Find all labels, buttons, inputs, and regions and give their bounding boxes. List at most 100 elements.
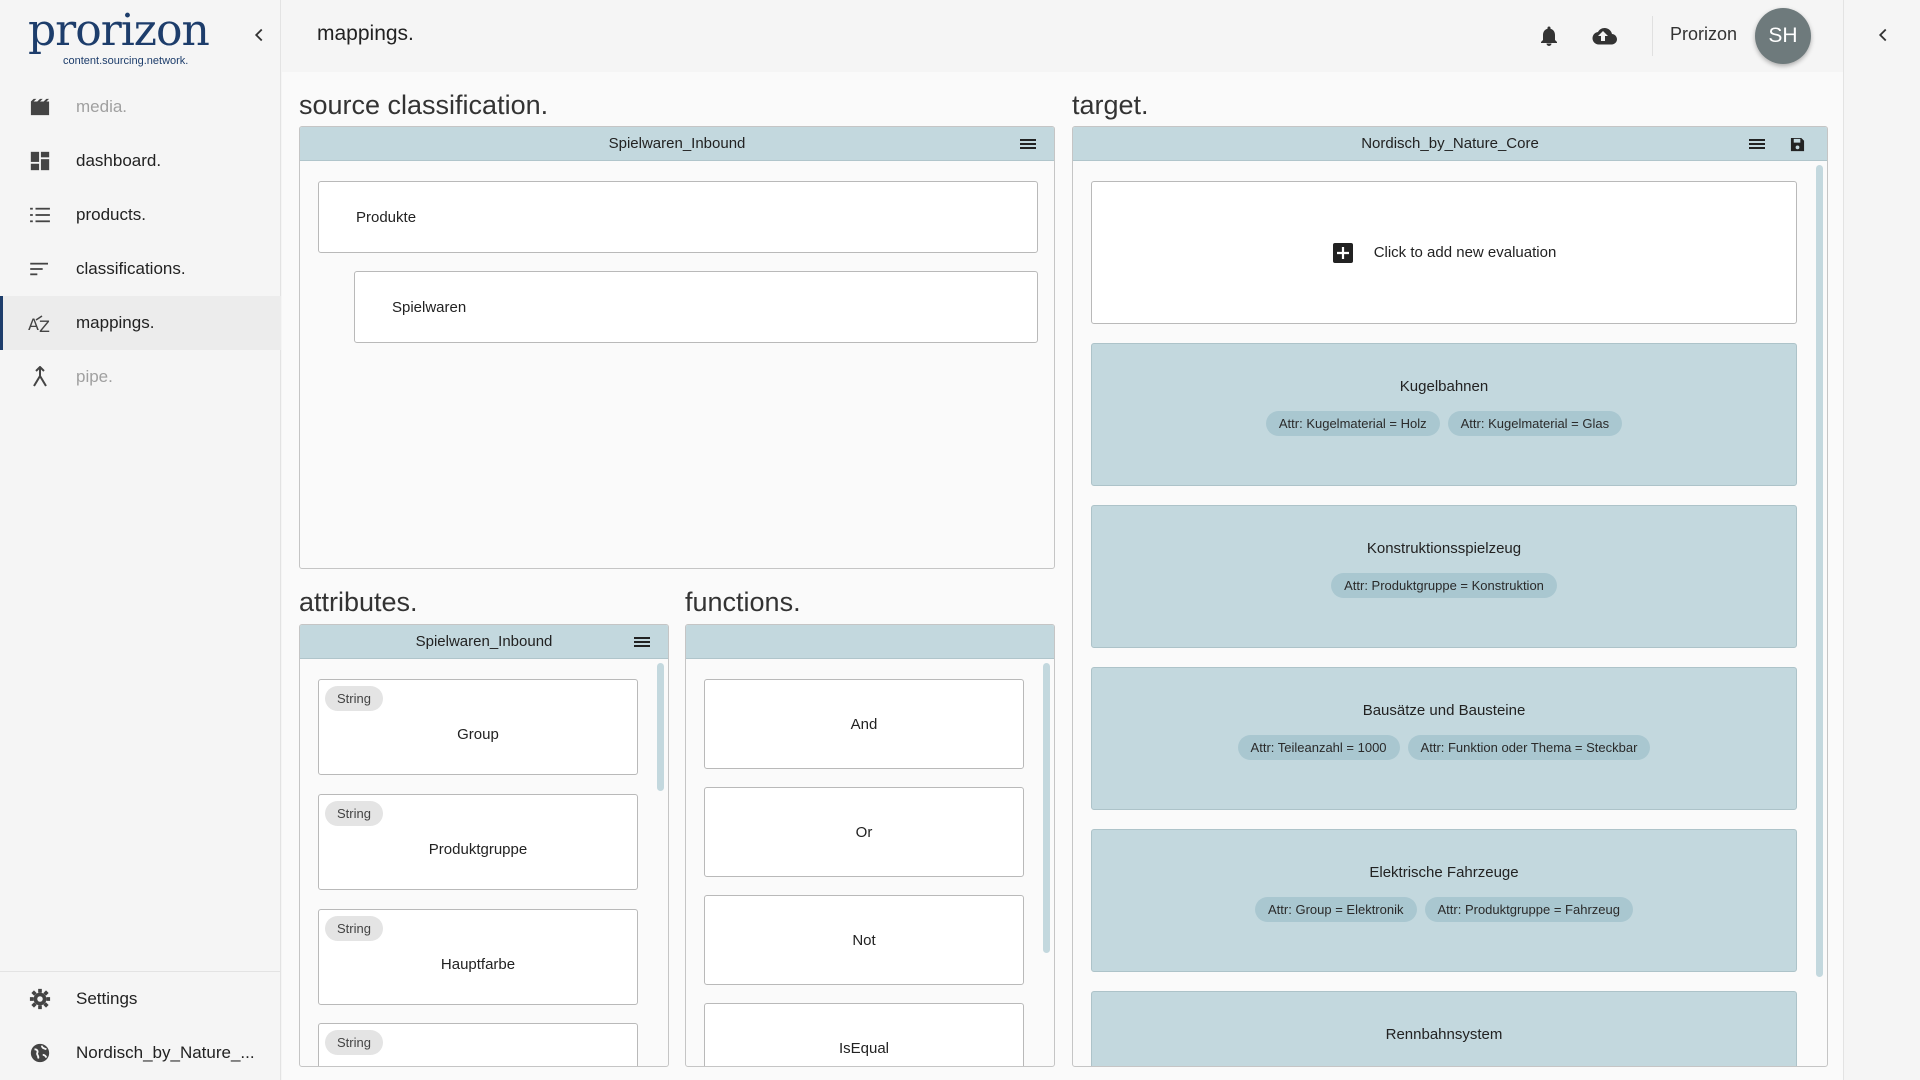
source-panel-header: Spielwaren_Inbound [300,127,1054,161]
gear-icon [28,987,52,1011]
sidebar-nav: media. dashboard. products. classificati… [0,80,281,404]
target-category-card[interactable]: Konstruktionsspielzeug Attr: Produktgrup… [1091,505,1797,648]
sidebar-item-media[interactable]: media. [0,80,281,134]
svg-text:A: A [28,315,39,334]
function-label: Or [855,823,873,841]
attribute-type-chip: String [325,686,383,711]
workspace-switcher[interactable]: Nordisch_by_Nature_... [0,1026,281,1080]
list-icon [28,203,52,227]
right-rail [1843,0,1920,1080]
sidebar-item-pipe[interactable]: pipe. [0,350,281,404]
function-label: And [850,715,878,733]
user-name[interactable]: Prorizon [1670,24,1737,45]
attribute-name: Group [457,726,499,743]
workspace-label: Nordisch_by_Nature_... [76,1043,255,1062]
header-divider [1652,16,1653,56]
function-card-isequal[interactable]: IsEqual [704,1003,1024,1066]
source-menu-button[interactable] [1018,134,1038,154]
add-evaluation-label: Click to add new evaluation [1373,244,1557,261]
attribute-card[interactable]: String Hauptfarbe [318,909,638,1005]
attribute-condition-chip[interactable]: Attr: Group = Elektronik [1255,897,1417,922]
sidebar-item-label: mappings. [76,313,155,332]
target-category-card[interactable]: Kugelbahnen Attr: Kugelmaterial = Holz A… [1091,343,1797,486]
save-button[interactable] [1787,134,1807,154]
classification-node-label: Produkte [356,208,417,226]
attribute-name: Hauptfarbe [440,956,516,973]
page-title: mappings. [317,22,414,45]
attributes-panel-header: Spielwaren_Inbound [300,625,668,659]
attribute-card[interactable]: String [318,1023,638,1066]
target-scrollbar[interactable] [1816,165,1823,977]
attribute-condition-chip[interactable]: Attr: Funktion oder Thema = Steckbar [1407,735,1651,760]
sidebar-item-settings[interactable]: Settings [0,972,281,1026]
attribute-name: Produktgruppe [428,841,528,858]
merge-icon [28,365,52,389]
sort-by-alpha-icon: AZ [28,311,52,335]
target-category-card[interactable]: Elektrische Fahrzeuge Attr: Group = Elek… [1091,829,1797,972]
attribute-type-chip: String [325,1030,383,1055]
source-panel-title: Spielwaren_Inbound [608,135,746,152]
cloud-upload-icon [1592,28,1617,45]
function-card-not[interactable]: Not [704,895,1024,985]
sidebar-item-classifications[interactable]: classifications. [0,242,281,296]
collapse-sidebar-button[interactable] [248,24,270,46]
avatar[interactable]: SH [1755,8,1811,64]
logo-wordmark: prorizon [28,5,210,56]
top-bar: mappings. Prorizon SH [282,0,1843,72]
dashboard-icon [28,149,52,173]
attributes-panel: Spielwaren_Inbound String Group String P… [299,624,669,1067]
chevron-left-icon [254,28,263,42]
source-section-title: source classification. [299,90,549,120]
function-label: Not [852,931,876,949]
target-menu-button[interactable] [1747,134,1767,154]
target-section-title: target. [1072,90,1149,120]
function-card-and[interactable]: And [704,679,1024,769]
add-box-icon [1332,242,1353,263]
attribute-type-chip: String [325,801,383,826]
menu-icon [1749,139,1765,149]
settings-label: Settings [76,989,138,1008]
add-evaluation-button[interactable]: Click to add new evaluation [1091,181,1797,324]
target-category-name: Bausätze und Bausteine [1362,702,1526,719]
target-panel-title: Nordisch_by_Nature_Core [1361,135,1539,152]
functions-scrollbar[interactable] [1043,663,1050,953]
save-icon [1790,137,1804,151]
attribute-condition-chip[interactable]: Attr: Produktgruppe = Konstruktion [1331,573,1557,598]
attribute-card[interactable]: String Produktgruppe [318,794,638,890]
source-panel: Spielwaren_Inbound Produkte Spielwaren [299,126,1055,569]
sidebar-item-products[interactable]: products. [0,188,281,242]
attributes-panel-title: Spielwaren_Inbound [415,633,553,650]
target-category-name: Elektrische Fahrzeuge [1369,864,1519,881]
attribute-condition-chip[interactable]: Attr: Kugelmaterial = Glas [1447,411,1623,436]
attribute-card[interactable]: String Group [318,679,638,775]
attributes-section-title: attributes. [299,587,418,617]
classification-node[interactable]: Produkte [318,181,1038,253]
chevron-left-icon [1878,28,1887,42]
sidebar-item-label: pipe. [76,367,113,386]
attribute-condition-chip[interactable]: Attr: Kugelmaterial = Holz [1265,411,1440,436]
sidebar-item-mappings[interactable]: AZ mappings. [0,296,281,350]
target-category-name: Rennbahnsystem [1385,1026,1503,1043]
target-category-card[interactable]: Bausätze und Bausteine Attr: Teileanzahl… [1091,667,1797,810]
classification-node[interactable]: Spielwaren [354,271,1038,343]
functions-panel: And Or Not IsEqual [685,624,1055,1067]
upload-button[interactable] [1588,24,1618,50]
sidebar-item-label: dashboard. [76,151,162,170]
attribute-condition-chip[interactable]: Attr: Produktgruppe = Fahrzeug [1424,897,1633,922]
classification-node-label: Spielwaren [392,298,467,316]
menu-icon [1020,139,1036,149]
function-card-or[interactable]: Or [704,787,1024,877]
notifications-button[interactable] [1537,24,1563,50]
logo[interactable]: prorizon content.sourcing.network. [28,5,210,68]
attribute-type-chip: String [325,916,383,941]
expand-right-panel-button[interactable] [1872,24,1894,51]
target-panel-header: Nordisch_by_Nature_Core [1073,127,1827,161]
menu-icon [634,637,650,647]
attribute-condition-chip[interactable]: Attr: Teileanzahl = 1000 [1237,735,1400,760]
sidebar-item-dashboard[interactable]: dashboard. [0,134,281,188]
attributes-menu-button[interactable] [632,632,652,652]
attributes-scrollbar[interactable] [657,663,664,791]
svg-text:Z: Z [39,317,50,334]
target-category-card[interactable]: Rennbahnsystem [1091,991,1797,1066]
target-panel: Nordisch_by_Nature_Core Click to add new… [1072,126,1828,1067]
